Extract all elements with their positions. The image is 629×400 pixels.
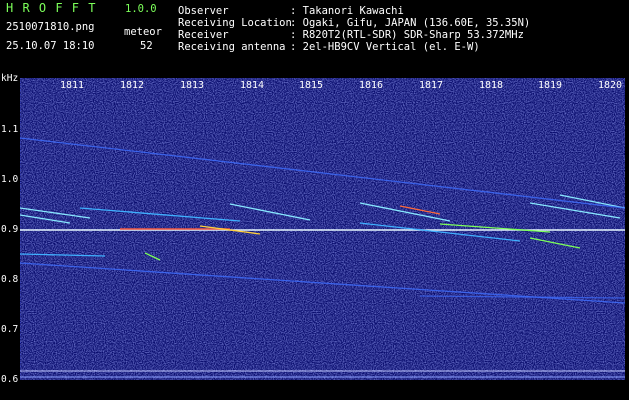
y-unit-label: kHz <box>1 73 19 84</box>
minute-label: 1813 <box>180 80 205 91</box>
noise-layer <box>20 78 625 380</box>
info-value-observer: : Takanori Kawachi <box>290 5 404 17</box>
spectrogram-graphic <box>20 78 625 380</box>
minute-label: 1819 <box>538 80 563 91</box>
minute-label: 1820 <box>598 80 623 91</box>
info-value-location: : Ogaki, Gifu, JAPAN (136.60E, 35.35N) <box>290 17 531 29</box>
meteor-label: meteor <box>124 26 162 38</box>
meteor-count: 52 <box>140 40 153 52</box>
info-value-receiver: : R820T2(RTL-SDR) SDR-Sharp 53.372MHz <box>290 29 524 41</box>
app-name: H R O F F T <box>6 1 97 15</box>
info-value-antenna: : 2el-HB9CV Vertical (el. E-W) <box>290 41 480 53</box>
y-tick-label: 0.8 <box>1 274 19 285</box>
y-tick-label: 0.6 <box>1 374 19 385</box>
minute-label: 1818 <box>479 80 504 91</box>
hroft-spectrogram-window: { "header": { "app_name": "H R O F F T",… <box>0 0 629 400</box>
minute-label: 1817 <box>419 80 444 91</box>
y-tick-label: 0.9 <box>1 224 19 235</box>
info-label-observer: Observer <box>178 5 229 17</box>
minute-label: 1812 <box>120 80 145 91</box>
spectrogram-panel <box>20 78 625 380</box>
y-tick-label: 1.1 <box>1 124 19 135</box>
minute-label: 1815 <box>299 80 324 91</box>
y-tick-label: 0.7 <box>1 324 19 335</box>
info-label-receiver: Receiver <box>178 29 229 41</box>
minute-label: 1814 <box>240 80 265 91</box>
minute-label: 1816 <box>359 80 384 91</box>
minute-label: 1811 <box>60 80 85 91</box>
info-label-location: Receiving Location <box>178 17 292 29</box>
file-name: 2510071810.png <box>6 21 95 33</box>
y-tick-label: 1.0 <box>1 174 19 185</box>
datetime: 25.10.07 18:10 <box>6 40 95 52</box>
info-label-antenna: Receiving antenna <box>178 41 286 53</box>
app-version: 1.0.0 <box>125 3 157 15</box>
